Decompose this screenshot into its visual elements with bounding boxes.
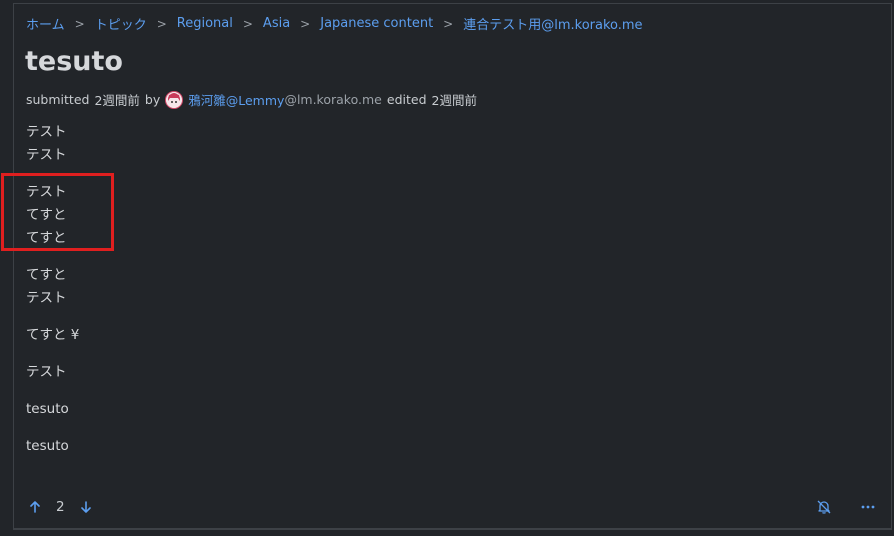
body-line: てすと	[26, 207, 67, 223]
post-title: tesuto	[25, 46, 123, 77]
body-line: テスト	[26, 364, 67, 380]
body-paragraph: テスト てすと てすと	[26, 181, 79, 250]
body-line: tesuto	[26, 401, 69, 417]
edited-time: 2週間前	[431, 93, 477, 108]
body-line: テスト	[26, 147, 67, 163]
author-name[interactable]: 鴉河雛@Lemmy	[188, 90, 284, 109]
score: 2	[56, 499, 65, 515]
body-paragraph: tesuto	[26, 398, 79, 421]
arrow-up-icon	[30, 501, 40, 513]
post-meta: submitted 2週間前 by 鴉河雛@Lemmy @lm.korako.m…	[26, 90, 477, 109]
body-paragraph: てすと テスト	[26, 264, 79, 310]
notifications-button[interactable]	[815, 498, 833, 516]
body-paragraph: tesuto	[26, 435, 79, 458]
more-button[interactable]	[859, 498, 877, 516]
body-line: テスト	[26, 124, 67, 140]
post-body: テスト テスト テスト てすと てすと てすと テスト てすと ¥ テスト te…	[26, 121, 79, 472]
vote-bar: 2	[26, 498, 95, 516]
breadcrumb-japanese-content[interactable]: Japanese content	[320, 16, 433, 31]
breadcrumb-separator: >	[74, 16, 85, 31]
body-line: テスト	[26, 290, 67, 306]
breadcrumb-regional[interactable]: Regional	[177, 16, 233, 31]
breadcrumb: ホーム > トピック > Regional > Asia > Japanese …	[26, 14, 643, 33]
by-label: by	[144, 92, 161, 107]
avatar[interactable]	[165, 90, 184, 109]
bell-off-icon	[817, 500, 831, 514]
body-paragraph: てすと ¥	[26, 324, 79, 347]
breadcrumb-separator: >	[156, 16, 167, 31]
upvote-button[interactable]	[26, 498, 44, 516]
downvote-button[interactable]	[77, 498, 95, 516]
more-horizontal-icon	[861, 505, 875, 509]
author-instance: @lm.korako.me	[284, 92, 382, 107]
body-line: てすと ¥	[26, 327, 80, 343]
edited-label: edited	[386, 92, 427, 107]
body-line: てすと	[26, 230, 67, 246]
body-paragraph: テスト テスト	[26, 121, 79, 167]
breadcrumb-asia[interactable]: Asia	[263, 16, 290, 31]
breadcrumb-community[interactable]: 連合テスト用@lm.korako.me	[463, 14, 642, 33]
arrow-down-icon	[80, 501, 91, 513]
breadcrumb-separator: >	[300, 16, 311, 31]
breadcrumb-topics[interactable]: トピック	[95, 14, 147, 33]
post-actions	[789, 498, 877, 516]
body-line: てすと	[26, 267, 67, 283]
breadcrumb-separator: >	[443, 16, 454, 31]
submitted-time: 2週間前	[94, 93, 140, 108]
breadcrumb-home[interactable]: ホーム	[26, 14, 65, 33]
body-paragraph: テスト	[26, 361, 79, 384]
avatar-icon	[166, 91, 183, 108]
body-line: テスト	[26, 184, 67, 200]
body-line: tesuto	[26, 438, 69, 454]
breadcrumb-separator: >	[242, 16, 253, 31]
submitted-label: submitted	[26, 92, 90, 107]
post-card: ホーム > トピック > Regional > Asia > Japanese …	[13, 3, 892, 529]
divider	[13, 529, 892, 530]
